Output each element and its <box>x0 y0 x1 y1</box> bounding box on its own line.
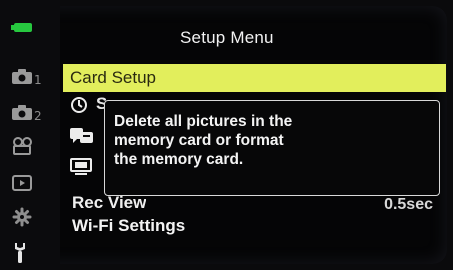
camera-screen: 1 2 Setup Menu Card Setup S Rec View 0.5… <box>0 0 453 270</box>
shooting-menu-1-tab[interactable]: 1 <box>12 63 48 89</box>
language-icon <box>70 128 93 143</box>
movie-camera-icon <box>13 137 32 155</box>
gear-icon <box>12 207 32 227</box>
tooltip-line: the memory card. <box>114 151 244 168</box>
wrench-icon <box>15 243 25 263</box>
tooltip-line: Delete all pictures in the <box>114 113 293 130</box>
battery-icon <box>11 23 32 32</box>
camera-icon <box>12 104 32 120</box>
help-tooltip: Delete all pictures in the memory card o… <box>104 100 440 196</box>
shooting-menu-2-tab[interactable]: 2 <box>12 99 48 125</box>
tab-number: 2 <box>34 109 42 123</box>
clock-icon <box>71 97 87 113</box>
tooltip-line: memory card or format <box>114 132 284 149</box>
custom-menu-tab[interactable] <box>12 204 48 230</box>
menu-item-card-setup[interactable]: Card Setup <box>63 64 446 92</box>
menu-item-date-time[interactable] <box>70 96 88 119</box>
video-menu-tab[interactable] <box>12 133 48 159</box>
menu-item-monitor-adjust[interactable] <box>70 158 92 181</box>
playback-menu-tab[interactable] <box>12 170 48 196</box>
menu-item-language[interactable] <box>70 127 94 149</box>
playback-icon <box>12 175 32 191</box>
menu-tabs-sidebar: 1 2 <box>0 0 60 270</box>
monitor-icon <box>70 158 92 175</box>
tab-number: 1 <box>34 73 42 87</box>
setup-menu-tab[interactable] <box>12 240 48 266</box>
page-title: Setup Menu <box>180 28 274 47</box>
camera-icon <box>12 68 32 84</box>
menu-item-wifi-settings[interactable]: Wi-Fi Settings <box>72 216 185 236</box>
